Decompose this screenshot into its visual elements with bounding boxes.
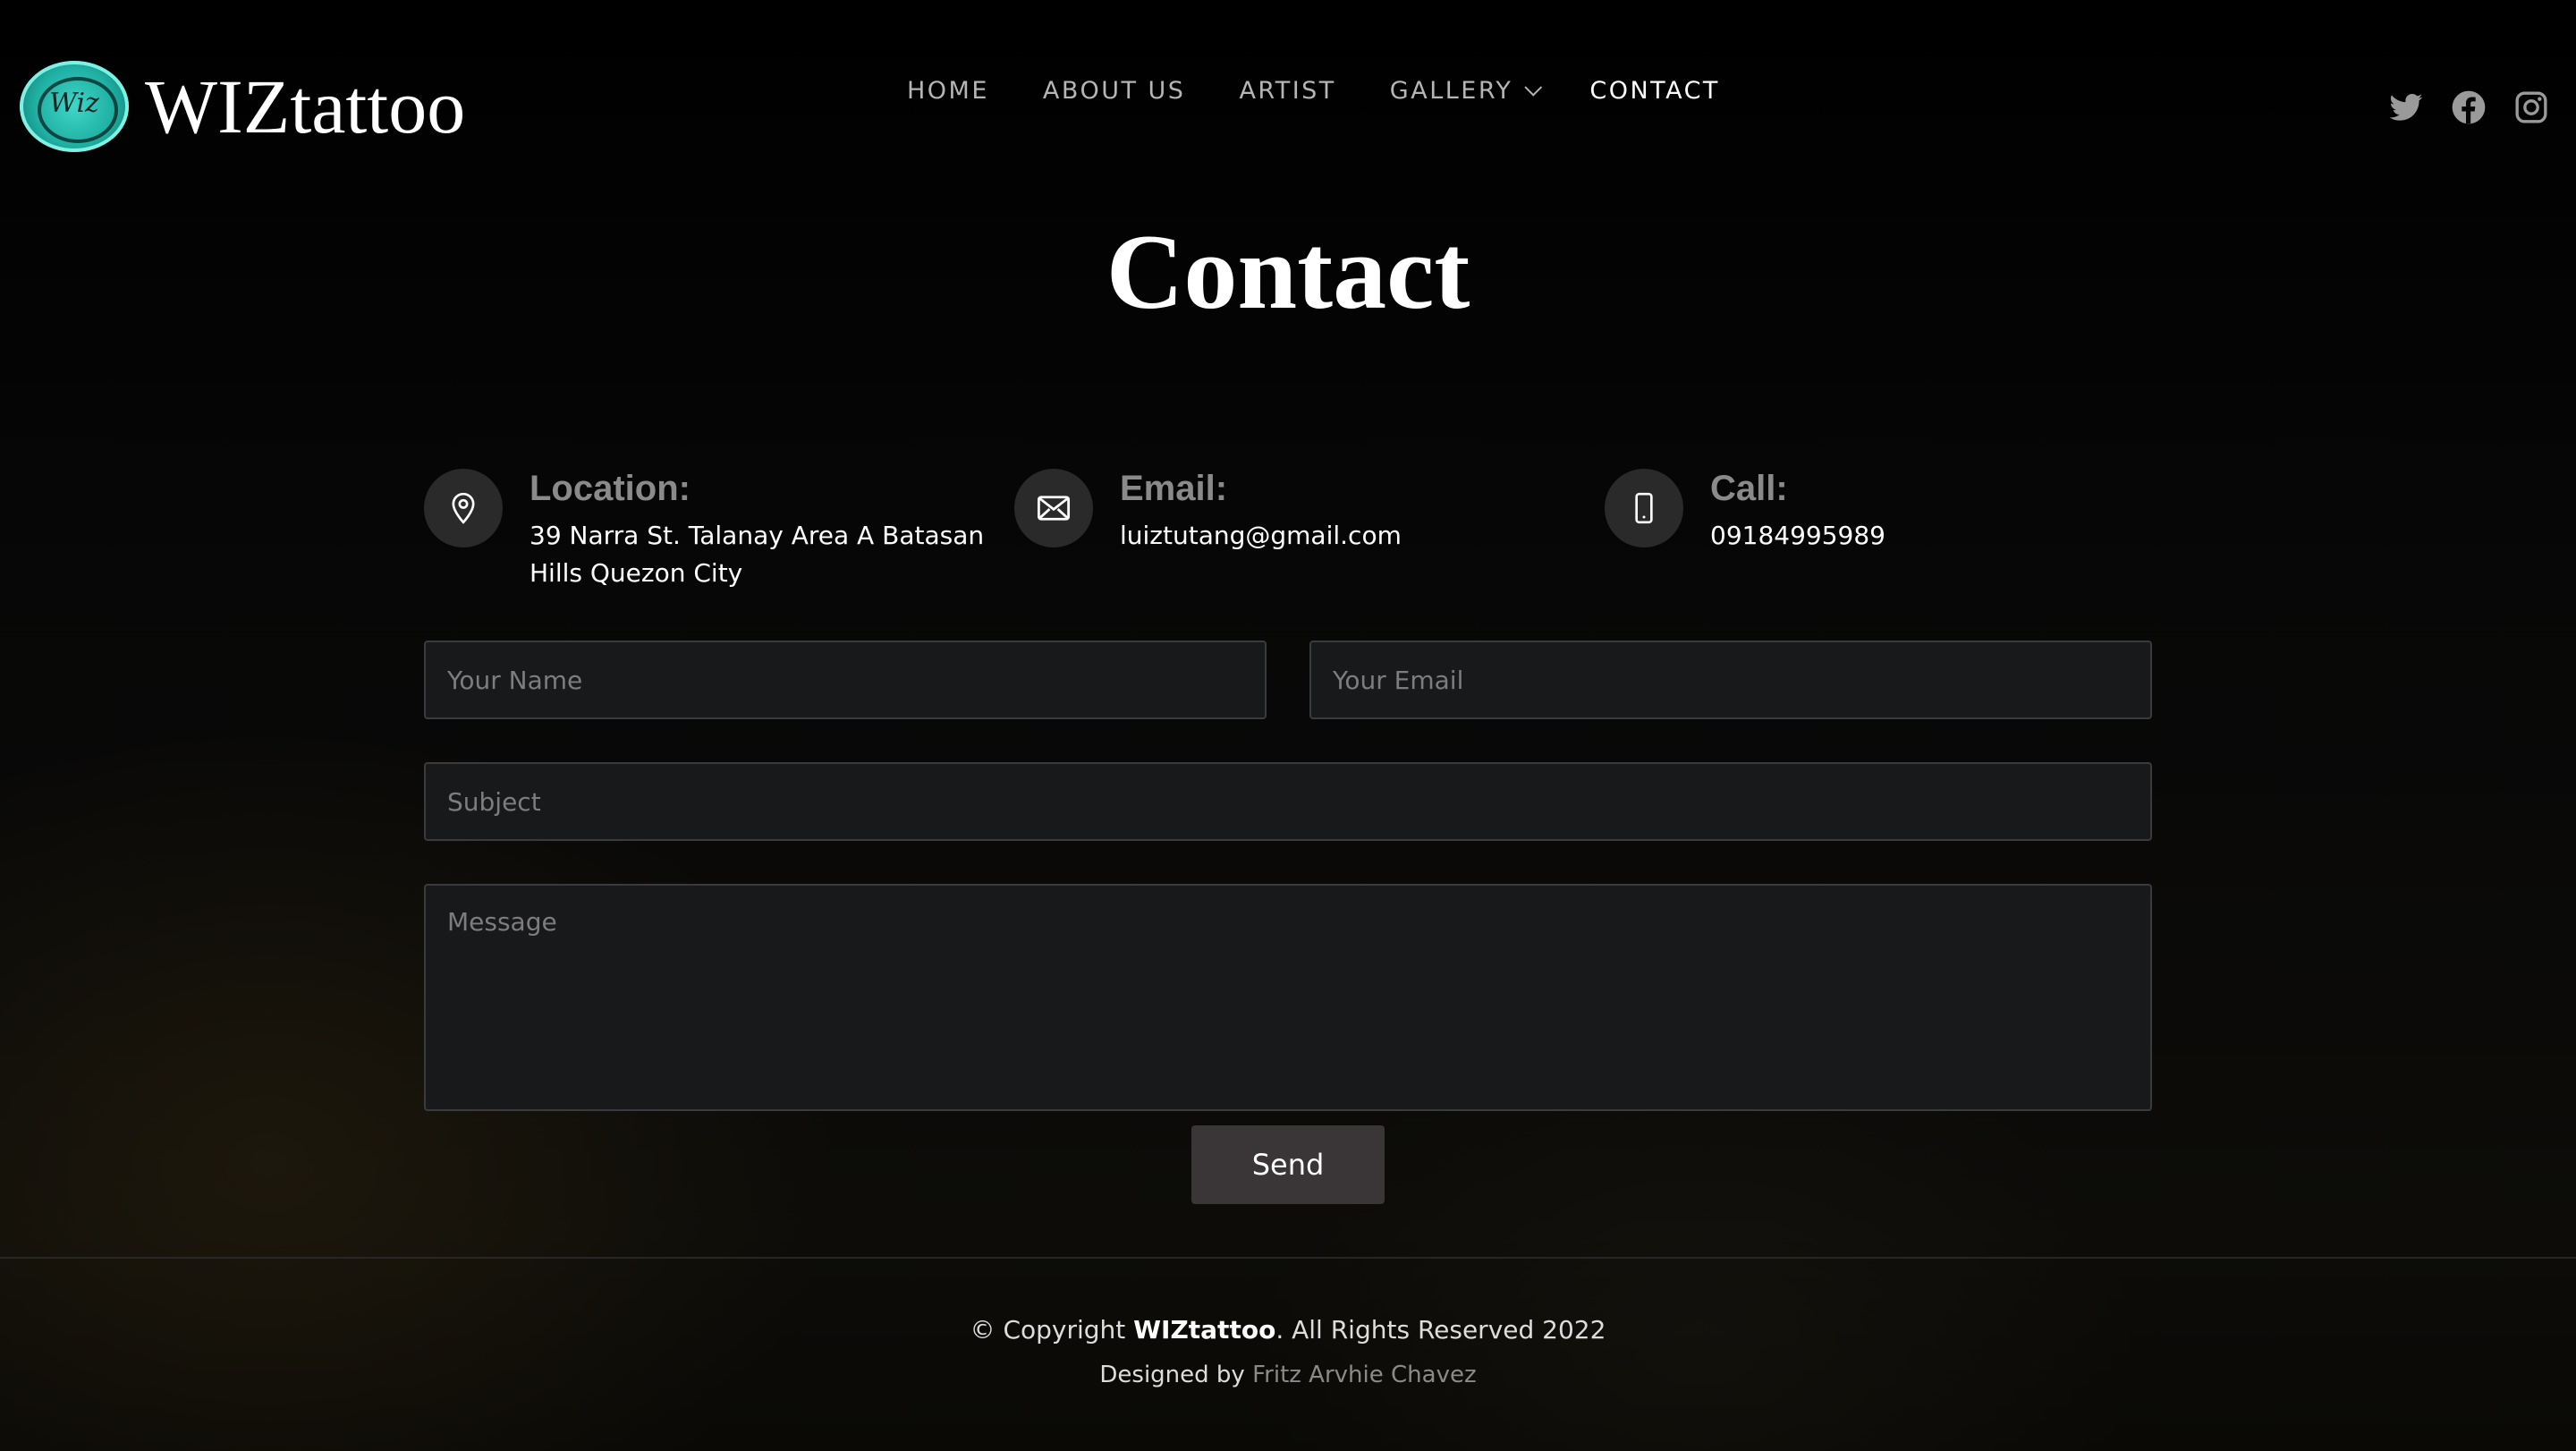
- twitter-icon[interactable]: [2388, 89, 2424, 125]
- info-location: Location: 39 Narra St. Talanay Area A Ba…: [424, 469, 984, 592]
- message-textarea[interactable]: [424, 884, 2152, 1111]
- subject-input[interactable]: [424, 762, 2152, 841]
- designed-by-text: Designed by Fritz Arvhie Chavez: [0, 1362, 2576, 1388]
- nav-item-home[interactable]: HOME: [907, 77, 989, 105]
- phone-icon: [1605, 469, 1683, 547]
- social-links: [2361, 89, 2549, 125]
- info-email: Email: luiztutang@gmail.com: [1014, 469, 1402, 555]
- page-title: Contact: [1106, 212, 1470, 331]
- email-value[interactable]: luiztutang@gmail.com: [1120, 517, 1402, 555]
- logo[interactable]: Wiz WIZtattoo: [20, 61, 465, 152]
- name-input[interactable]: [424, 641, 1267, 719]
- designer-link[interactable]: Fritz Arvhie Chavez: [1252, 1362, 1477, 1388]
- nav-item-artist[interactable]: ARTIST: [1239, 77, 1335, 105]
- info-call: Call: 09184995989: [1605, 469, 1885, 555]
- envelope-icon: [1014, 469, 1093, 547]
- copyright-brand: WIZtattoo: [1133, 1315, 1276, 1345]
- instagram-icon[interactable]: [2513, 89, 2549, 125]
- copyright-prefix: © Copyright: [970, 1315, 1134, 1345]
- location-label: Location:: [530, 469, 691, 508]
- location-pin-icon: [424, 469, 503, 547]
- send-button[interactable]: Send: [1191, 1125, 1385, 1204]
- email-input[interactable]: [1309, 641, 2152, 719]
- email-label: Email:: [1120, 469, 1228, 508]
- nav-item-contact[interactable]: CONTACT: [1589, 77, 1720, 105]
- nav-item-gallery[interactable]: GALLERY: [1389, 77, 1543, 105]
- logo-badge-text: Wiz: [49, 88, 99, 119]
- location-line-1: 39 Narra St. Talanay Area A Batasan: [530, 521, 985, 550]
- nav-item-about-us[interactable]: ABOUT US: [1043, 77, 1186, 105]
- chevron-down-icon: [1524, 78, 1543, 97]
- location-line-2: Hills Quezon City: [530, 558, 743, 588]
- designed-prefix: Designed by: [1099, 1362, 1253, 1388]
- nav-item-gallery-label: GALLERY: [1389, 77, 1513, 105]
- main-nav: HOME ABOUT US ARTIST GALLERY CONTACT: [907, 77, 1774, 105]
- call-label: Call:: [1710, 469, 1788, 508]
- copyright-suffix: . All Rights Reserved 2022: [1275, 1315, 1606, 1345]
- copyright-text: © Copyright WIZtattoo. All Rights Reserv…: [0, 1315, 2576, 1345]
- facebook-icon[interactable]: [2451, 89, 2487, 125]
- logo-badge-icon: Wiz: [20, 61, 129, 152]
- footer-divider: [0, 1257, 2576, 1259]
- site-header: Wiz WIZtattoo HOME ABOUT US ARTIST GALLE…: [0, 0, 2576, 197]
- call-value[interactable]: 09184995989: [1710, 517, 1885, 555]
- brand-name[interactable]: WIZtattoo: [145, 68, 465, 145]
